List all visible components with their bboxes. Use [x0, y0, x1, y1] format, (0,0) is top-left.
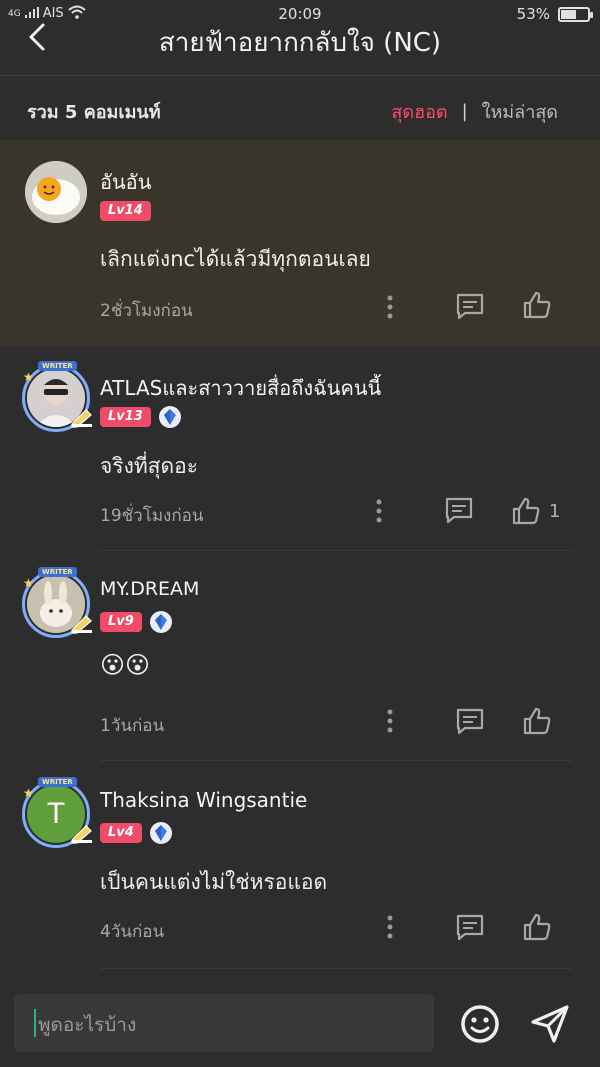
- more-vertical-icon: [387, 915, 393, 939]
- crystal-icon: [149, 822, 172, 844]
- comment-time: 19ชั่วโมงก่อน: [100, 506, 204, 526]
- like-icon: [523, 707, 551, 735]
- egg-avatar-image: [25, 161, 87, 223]
- level-badge: Lv14: [100, 201, 151, 221]
- comment-time: 1วันก่อน: [100, 716, 165, 736]
- like-button[interactable]: 1: [511, 496, 560, 526]
- comment-count: รวม 5 คอมเมนท์: [27, 102, 161, 123]
- comment-time: 4วันก่อน: [100, 922, 165, 942]
- more-vertical-icon: [376, 499, 382, 523]
- comment-username[interactable]: อันอัน: [100, 166, 151, 198]
- like-count: 1: [549, 500, 561, 522]
- more-options-button[interactable]: [382, 294, 398, 320]
- reply-button[interactable]: [455, 707, 485, 735]
- avatar[interactable]: WRITER ★: [22, 361, 92, 432]
- emoji-button[interactable]: [459, 1003, 501, 1049]
- sort-tabs: สุดฮอต | ใหม่ล่าสุด: [391, 97, 558, 126]
- pencil-icon: [70, 408, 94, 432]
- like-icon: [523, 291, 551, 319]
- crystal-icon: [149, 611, 172, 633]
- emoji-icon: [461, 1005, 499, 1043]
- comment-item: T WRITER ★ Thaksina Wingsantie Lv4 เป็นค…: [0, 762, 600, 972]
- level-badge: Lv4: [100, 823, 142, 843]
- page-title: สายฟ้าอยากกลับใจ (NC): [158, 28, 442, 58]
- more-vertical-icon: [387, 709, 393, 733]
- comment-username[interactable]: ATLASและสาววายสื่อถึงฉันคนนี้: [100, 372, 381, 404]
- reply-button[interactable]: [444, 496, 474, 524]
- comment-item: WRITER ★ ATLASและสาววายสื่อถึงฉันคนนี้ L…: [0, 346, 600, 552]
- comment-divider: [100, 550, 572, 551]
- comment-divider: [100, 760, 572, 761]
- user-badges: Lv14: [100, 201, 151, 221]
- send-button[interactable]: [528, 1002, 572, 1050]
- user-badges: Lv4: [100, 822, 172, 844]
- level-badge: Lv13: [100, 407, 151, 427]
- more-options-button[interactable]: [382, 914, 398, 940]
- avatar[interactable]: WRITER ★: [22, 567, 92, 638]
- crystal-icon: [158, 406, 181, 428]
- comment-input-bar: พูดอะไรบ้าง: [0, 980, 600, 1067]
- more-options-button[interactable]: [371, 498, 387, 524]
- avatar[interactable]: [22, 158, 90, 226]
- like-icon: [512, 497, 540, 525]
- comment-text: เลิกแต่งncได้แล้วมีทุกตอนเลย: [100, 247, 371, 271]
- reply-button[interactable]: [455, 292, 485, 320]
- reply-button[interactable]: [455, 913, 485, 941]
- sort-separator: |: [461, 101, 468, 122]
- user-badges: Lv9: [100, 611, 172, 633]
- comment-icon: [456, 293, 484, 320]
- comment-text: เป็นคนแต่งไม่ใช่หรอแอด: [100, 870, 328, 894]
- like-button[interactable]: [522, 706, 560, 736]
- comment-username[interactable]: Thaksina Wingsantie: [100, 788, 307, 812]
- star-icon: ★: [23, 370, 34, 384]
- avatar[interactable]: T WRITER ★: [22, 777, 92, 848]
- like-button[interactable]: [522, 912, 560, 942]
- more-options-button[interactable]: [382, 708, 398, 734]
- comment-icon: [445, 497, 473, 524]
- comment-text: จริงที่สุดอะ: [100, 454, 199, 478]
- comment-icon: [456, 914, 484, 941]
- comment-input[interactable]: พูดอะไรบ้าง: [14, 994, 434, 1052]
- text-caret: [34, 1009, 36, 1037]
- comment-item: WRITER ★ MY.DREAM Lv9 😮😮 1วันก่อน: [0, 552, 600, 762]
- star-icon: ★: [23, 786, 34, 800]
- comment-input-placeholder: พูดอะไรบ้าง: [38, 1014, 137, 1036]
- comments-summary-bar: รวม 5 คอมเมนท์ สุดฮอต | ใหม่ล่าสุด: [0, 77, 600, 139]
- like-button[interactable]: [522, 290, 560, 320]
- comment-item: อันอัน Lv14 เลิกแต่งncได้แล้วมีทุกตอนเลย…: [0, 140, 600, 346]
- level-badge: Lv9: [100, 612, 142, 632]
- writer-tag: WRITER: [38, 361, 77, 371]
- user-badges: Lv13: [100, 406, 181, 428]
- star-icon: ★: [23, 576, 34, 590]
- pencil-icon: [70, 614, 94, 638]
- comment-icon: [456, 708, 484, 735]
- more-vertical-icon: [387, 295, 393, 319]
- like-icon: [523, 913, 551, 941]
- comment-divider: [100, 968, 572, 969]
- sort-newest-tab[interactable]: ใหม่ล่าสุด: [482, 97, 558, 126]
- send-icon: [531, 1005, 569, 1043]
- comment-text: 😮😮: [100, 651, 151, 679]
- sort-hot-tab[interactable]: สุดฮอต: [391, 97, 447, 126]
- writer-tag: WRITER: [38, 567, 77, 577]
- comment-username[interactable]: MY.DREAM: [100, 578, 199, 600]
- writer-tag: WRITER: [38, 777, 77, 787]
- comment-time: 2ชั่วโมงก่อน: [100, 301, 193, 321]
- header: สายฟ้าอยากกลับใจ (NC): [0, 0, 600, 76]
- pencil-icon: [70, 824, 94, 848]
